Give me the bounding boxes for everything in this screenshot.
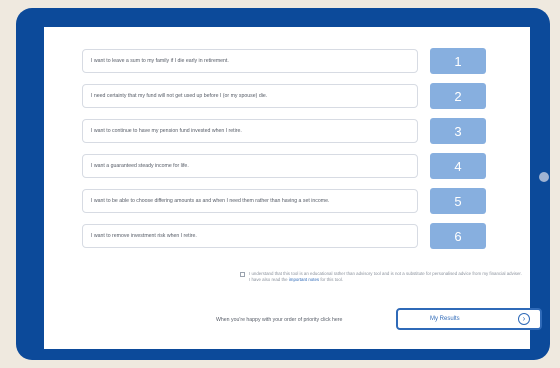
consent-suffix: for this tool. — [320, 277, 344, 282]
priority-number-5[interactable]: 5 — [430, 188, 486, 214]
statement-text: I want to leave a sum to my family if I … — [91, 57, 229, 64]
priority-number-6[interactable]: 6 — [430, 223, 486, 249]
statement-row-6[interactable]: I want to remove investment risk when I … — [82, 224, 418, 248]
results-instruction: When you're happy with your order of pri… — [216, 317, 343, 323]
statement-row-3[interactable]: I want to continue to have my pension fu… — [82, 119, 418, 143]
statement-row-2[interactable]: I need certainty that my fund will not g… — [82, 84, 418, 108]
consent-text: I understand that this tool is an educat… — [249, 271, 524, 283]
app-screen: I want to leave a sum to my family if I … — [44, 27, 542, 349]
important-notes-link[interactable]: important notes — [289, 277, 319, 282]
tablet-camera — [539, 172, 549, 182]
consent-section: I understand that this tool is an educat… — [240, 271, 524, 283]
statement-text: I want a guaranteed steady income for li… — [91, 162, 189, 169]
statement-text: I want to continue to have my pension fu… — [91, 127, 242, 134]
statement-row-5[interactable]: I want to be able to choose differing am… — [82, 189, 418, 213]
tablet-frame: I want to leave a sum to my family if I … — [16, 8, 550, 360]
statement-text: I want to remove investment risk when I … — [91, 232, 197, 239]
statement-row-1[interactable]: I want to leave a sum to my family if I … — [82, 49, 418, 73]
consent-checkbox[interactable] — [240, 272, 245, 277]
priority-number-4[interactable]: 4 — [430, 153, 486, 179]
statement-text: I need certainty that my fund will not g… — [91, 92, 268, 99]
statement-row-4[interactable]: I want a guaranteed steady income for li… — [82, 154, 418, 178]
chevron-right-circle-icon: › — [518, 313, 530, 325]
my-results-label: My Results — [430, 316, 460, 322]
priority-number-2[interactable]: 2 — [430, 83, 486, 109]
priority-number-3[interactable]: 3 — [430, 118, 486, 144]
statement-text: I want to be able to choose differing am… — [91, 197, 330, 204]
priority-number-1[interactable]: 1 — [430, 48, 486, 74]
my-results-button[interactable]: My Results › — [396, 308, 542, 330]
